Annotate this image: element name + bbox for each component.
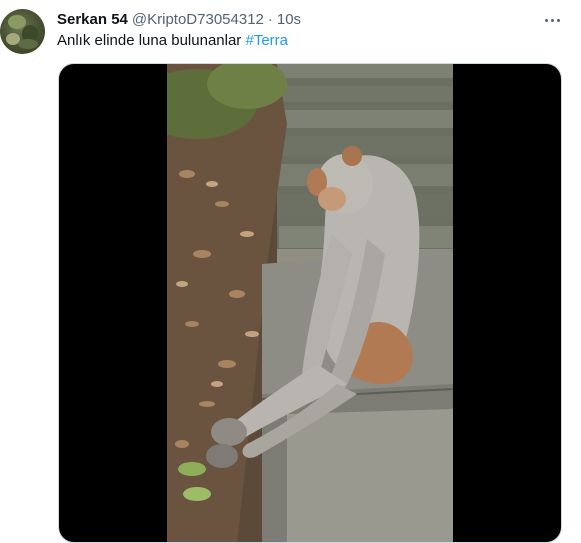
tweet-timestamp[interactable]: 10s [277, 10, 301, 30]
tweet-header: Serkan 54 @KriptoD73054312 · 10s [57, 10, 301, 30]
hashtag-link[interactable]: #Terra [245, 32, 288, 49]
author-display-name[interactable]: Serkan 54 [57, 10, 128, 30]
video-frame[interactable] [167, 64, 453, 542]
tweet-text: Anlık elinde luna bulunanlar #Terra [57, 31, 288, 51]
tweet-media-video[interactable] [58, 63, 562, 543]
separator-dot: · [267, 11, 273, 28]
more-options-button[interactable] [538, 9, 566, 31]
author-handle[interactable]: @KriptoD73054312 [132, 10, 264, 30]
monkey-video-still [167, 64, 453, 542]
author-avatar[interactable] [0, 9, 45, 54]
more-horizontal-icon [543, 18, 561, 22]
tweet[interactable]: Serkan 54 @KriptoD73054312 · 10s Anlık e… [0, 0, 581, 543]
tweet-body: Anlık elinde luna bulunanlar [57, 32, 242, 49]
